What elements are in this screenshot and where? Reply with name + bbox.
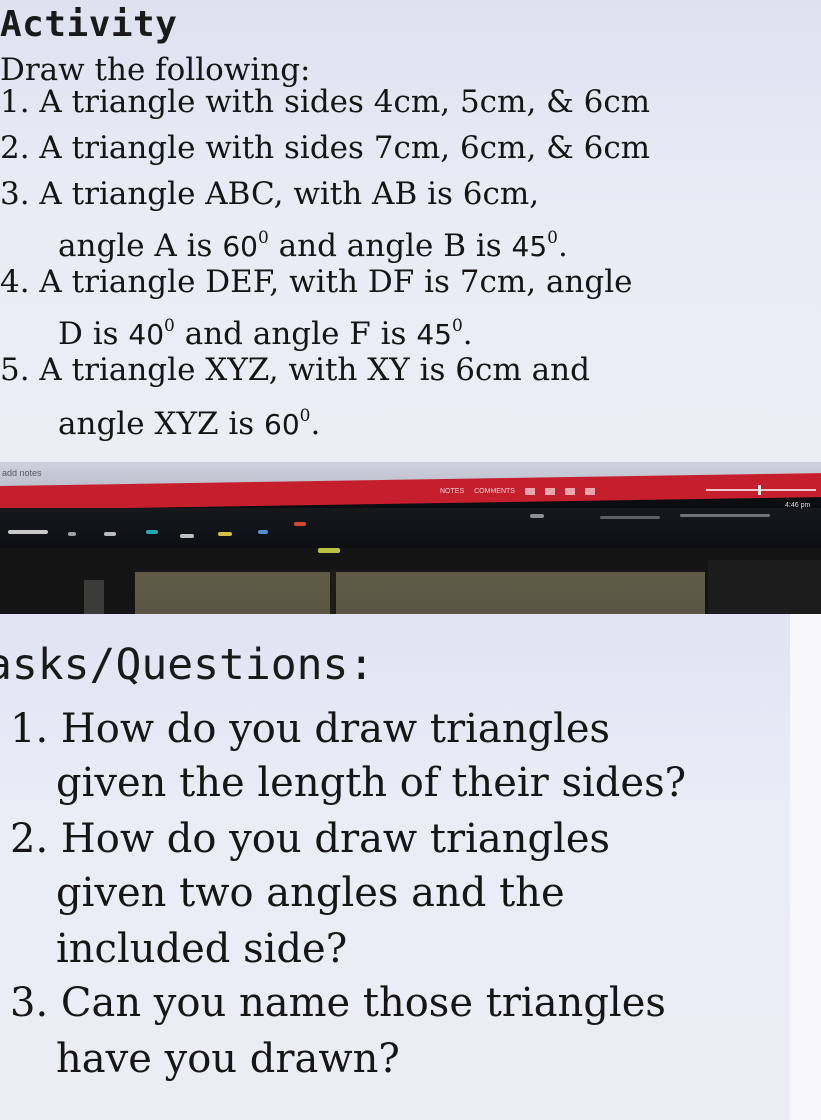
activity-item-text: 4. A triangle DEF, with DF is 7cm, angle	[0, 264, 633, 300]
question-text: 2. How do you draw triangles	[10, 816, 611, 862]
questions-slide: asks/Questions: 1. How do you draw trian…	[0, 614, 790, 1120]
status-bar-items: NOTES COMMENTS	[440, 488, 595, 495]
activity-item-text: angle XYZ is	[58, 406, 265, 442]
tray-icon[interactable]	[530, 514, 544, 518]
activity-item-text: 3. A triangle ABC, with AB is 6cm,	[0, 176, 540, 212]
angle-value: 45	[511, 230, 548, 263]
activity-item-text: D is	[58, 316, 129, 352]
taskbar-clock: 4:46 pm	[785, 502, 811, 509]
angle-value: 45	[416, 318, 452, 351]
activity-item-text: 2. A triangle with sides 7cm, 6cm, & 6cm	[0, 130, 651, 166]
start-icon[interactable]	[8, 530, 48, 534]
activity-item-2: 2. A triangle with sides 7cm, 6cm, & 6cm	[0, 126, 650, 170]
activity-item-text: angle A is	[58, 228, 223, 264]
degree-mark: 0	[257, 228, 269, 248]
degree-mark: 0	[299, 406, 311, 426]
desk-surface	[135, 572, 705, 614]
desk-post	[330, 570, 336, 614]
activity-item-text: and angle B is	[268, 228, 512, 264]
photo-edge	[790, 614, 821, 1120]
activity-slide: Activity Draw the following: 1. A triang…	[0, 0, 821, 462]
slide-sorter-icon[interactable]	[544, 488, 555, 495]
question-3: 3. Can you name those triangles	[10, 976, 666, 1030]
angle-value: 40	[128, 318, 165, 351]
notes-placeholder: add notes	[2, 468, 42, 478]
activity-item-text: 5. A triangle XYZ, with XY is 6cm and	[0, 352, 590, 388]
reading-view-icon[interactable]	[564, 488, 575, 495]
question-text: included side?	[56, 926, 348, 972]
activity-item-5-continued: angle XYZ is 600.	[0, 394, 320, 447]
notes-button[interactable]: NOTES	[440, 488, 464, 495]
question-text: 1. How do you draw triangles	[10, 706, 611, 752]
activity-item-text: 1. A triangle with sides 4cm, 5cm, & 6cm	[0, 84, 651, 120]
zoom-slider-thumb[interactable]	[758, 485, 761, 495]
slideshow-icon[interactable]	[584, 488, 595, 495]
slide-title: Activity	[0, 4, 178, 45]
degree-mark: 0	[451, 316, 463, 336]
powerpoint-icon[interactable]	[294, 522, 306, 526]
tray-text	[600, 516, 660, 519]
desk-shadow	[708, 560, 821, 614]
question-text: given two angles and the	[56, 870, 565, 916]
degree-mark: 0	[164, 316, 175, 336]
question-1-continued: given the length of their sides?	[10, 756, 686, 810]
activity-item-text: .	[462, 316, 473, 352]
word-icon[interactable]	[258, 530, 268, 534]
edge-icon[interactable]	[146, 530, 158, 534]
slide-title: asks/Questions:	[0, 640, 375, 690]
question-1: 1. How do you draw triangles	[10, 702, 610, 756]
desk-object	[84, 580, 104, 614]
normal-view-icon[interactable]	[524, 488, 535, 495]
taskbar-app-icon[interactable]	[180, 534, 194, 538]
task-view-icon[interactable]	[104, 532, 116, 536]
activity-item-3: 3. A triangle ABC, with AB is 6cm,	[0, 172, 539, 216]
search-icon[interactable]	[68, 532, 76, 536]
angle-value: 60	[264, 408, 300, 441]
question-text: given the length of their sides?	[56, 760, 687, 806]
question-text: 3. Can you name those triangles	[10, 980, 666, 1026]
comments-button[interactable]: COMMENTS	[474, 488, 515, 495]
degree-mark: 0	[547, 228, 558, 248]
tray-icons[interactable]	[680, 514, 770, 517]
question-2: 2. How do you draw triangles	[10, 812, 610, 866]
question-3-continued: have you drawn?	[10, 1032, 400, 1086]
question-text: have you drawn?	[56, 1036, 400, 1082]
activity-item-text: .	[310, 406, 321, 442]
activity-item-4: 4. A triangle DEF, with DF is 7cm, angle	[0, 260, 633, 304]
indicator-light	[318, 548, 340, 553]
activity-item-text: and angle F is	[174, 316, 417, 352]
question-2-continued-2: included side?	[10, 922, 347, 976]
activity-item-1: 1. A triangle with sides 4cm, 5cm, & 6cm	[0, 80, 650, 124]
angle-value: 60	[222, 230, 258, 263]
activity-item-text: .	[557, 228, 568, 264]
activity-item-5: 5. A triangle XYZ, with XY is 6cm and	[0, 348, 590, 392]
zoom-slider[interactable]	[706, 489, 816, 491]
file-explorer-icon[interactable]	[218, 532, 232, 536]
question-2-continued: given two angles and the	[10, 866, 565, 920]
